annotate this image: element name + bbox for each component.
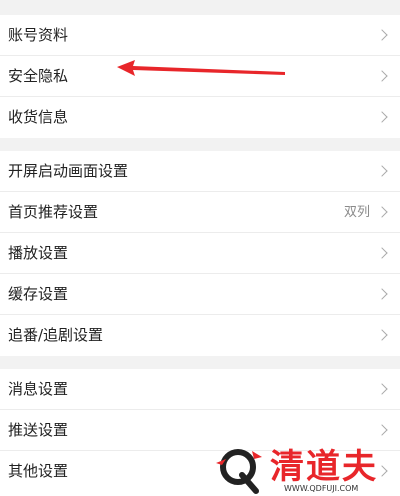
watermark: 清道夫 WWW.QDFUJI.COM <box>210 443 400 496</box>
red-arrow-icon <box>117 60 285 76</box>
settings-item-value: 双列 <box>343 205 370 220</box>
chevron-right-icon <box>376 206 388 218</box>
settings-item-follow-series[interactable]: 追番/追剧设置 <box>0 315 400 356</box>
chevron-right-icon <box>376 329 388 341</box>
chevron-right-icon <box>376 29 388 41</box>
chevron-right-icon <box>376 165 388 177</box>
settings-item-home-recommend[interactable]: 首页推荐设置 双列 <box>0 192 400 233</box>
settings-item-label: 播放设置 <box>8 244 69 262</box>
chevron-right-icon <box>376 111 388 123</box>
settings-item-messages[interactable]: 消息设置 <box>0 369 400 410</box>
settings-item-label: 账号资料 <box>8 26 69 44</box>
settings-group-app: 开屏启动画面设置 首页推荐设置 双列 播放设置 缓存设置 追番/追剧设置 <box>0 151 400 356</box>
chevron-right-icon <box>376 383 388 395</box>
chevron-right-icon <box>376 424 388 436</box>
settings-item-label: 首页推荐设置 <box>8 203 99 221</box>
settings-item-label: 缓存设置 <box>8 285 69 303</box>
settings-item-label: 安全隐私 <box>8 67 69 85</box>
settings-item-shipping-info[interactable]: 收货信息 <box>0 97 400 138</box>
chevron-right-icon <box>376 70 388 82</box>
settings-item-label: 收货信息 <box>8 108 69 126</box>
settings-item-label: 其他设置 <box>8 462 69 480</box>
watermark-url: WWW.QDFUJI.COM <box>284 484 359 493</box>
watermark-brand: 清道夫 <box>270 447 378 487</box>
chevron-right-icon <box>376 247 388 259</box>
settings-item-label: 追番/追剧设置 <box>8 326 104 344</box>
settings-item-account-profile[interactable]: 账号资料 <box>0 15 400 56</box>
chevron-right-icon <box>376 288 388 300</box>
settings-item-splash-screen[interactable]: 开屏启动画面设置 <box>0 151 400 192</box>
settings-item-cache[interactable]: 缓存设置 <box>0 274 400 315</box>
settings-item-playback[interactable]: 播放设置 <box>0 233 400 274</box>
settings-item-label: 推送设置 <box>8 421 69 439</box>
settings-item-label: 消息设置 <box>8 380 69 398</box>
settings-item-label: 开屏启动画面设置 <box>8 162 129 180</box>
q-logo-icon <box>216 449 262 494</box>
